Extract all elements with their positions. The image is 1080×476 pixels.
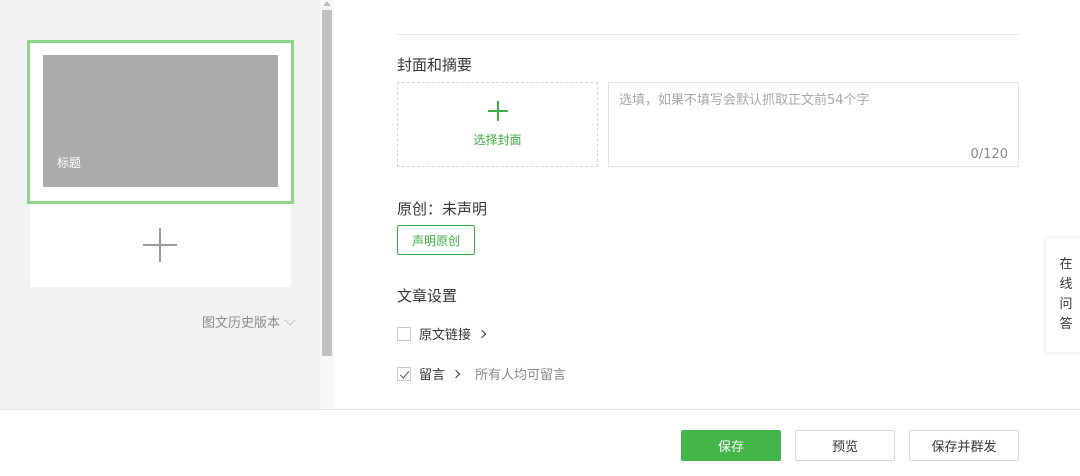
article-settings-heading: 文章设置 (397, 287, 458, 305)
scrollbar-thumb[interactable] (322, 10, 332, 356)
choose-cover-button[interactable]: 选择封面 (397, 82, 598, 167)
side-tab-char: 答 (1059, 317, 1073, 332)
history-version-dropdown[interactable]: 图文历史版本 (201, 312, 296, 331)
cover-summary-heading: 封面和摘要 (397, 56, 473, 74)
comment-checkbox[interactable] (397, 366, 411, 381)
save-button[interactable]: 保存 (681, 430, 781, 461)
article-cover-placeholder: 标题 (43, 55, 278, 187)
plus-icon (488, 101, 508, 121)
summary-field-container: 0/120 (608, 82, 1019, 167)
save-and-mass-send-button[interactable]: 保存并群发 (909, 430, 1019, 461)
chevron-right-icon (451, 369, 461, 378)
article-card-selected[interactable]: 标题 (27, 40, 294, 204)
preview-button[interactable]: 预览 (795, 430, 895, 461)
history-version-label: 图文历史版本 (201, 316, 280, 331)
article-card-title: 标题 (57, 156, 82, 170)
comment-option[interactable]: 留言 所有人均可留言 (397, 364, 566, 383)
side-tab-char: 在 (1059, 257, 1073, 272)
declare-original-button[interactable]: 声明原创 (397, 225, 475, 255)
side-tab-char: 问 (1059, 297, 1073, 312)
source-link-checkbox[interactable] (397, 326, 411, 341)
source-link-option[interactable]: 原文链接 (397, 324, 487, 343)
side-tab-char: 线 (1059, 277, 1073, 292)
source-link-label: 原文链接 (419, 328, 472, 343)
summary-input[interactable] (609, 83, 1018, 166)
sidebar-scrollbar[interactable] (320, 0, 334, 409)
add-article-button[interactable] (30, 205, 291, 287)
choose-cover-label: 选择封面 (473, 133, 522, 147)
comment-hint: 所有人均可留言 (475, 368, 567, 383)
chevron-down-icon (284, 313, 296, 326)
chevron-right-icon (477, 329, 487, 338)
plus-icon (143, 228, 177, 262)
divider (397, 34, 1019, 35)
online-qa-tab[interactable]: 在 线 问 答 (1046, 238, 1080, 352)
article-list-sidebar: 标题 图文历史版本 (0, 0, 320, 409)
original-status-label: 原创：未声明 (397, 200, 488, 218)
scroll-up-arrow-icon[interactable] (323, 1, 331, 6)
bottom-action-bar: 保存 预览 保存并群发 (0, 409, 1080, 476)
comment-label: 留言 (419, 368, 446, 383)
summary-char-counter: 0/120 (970, 147, 1008, 162)
